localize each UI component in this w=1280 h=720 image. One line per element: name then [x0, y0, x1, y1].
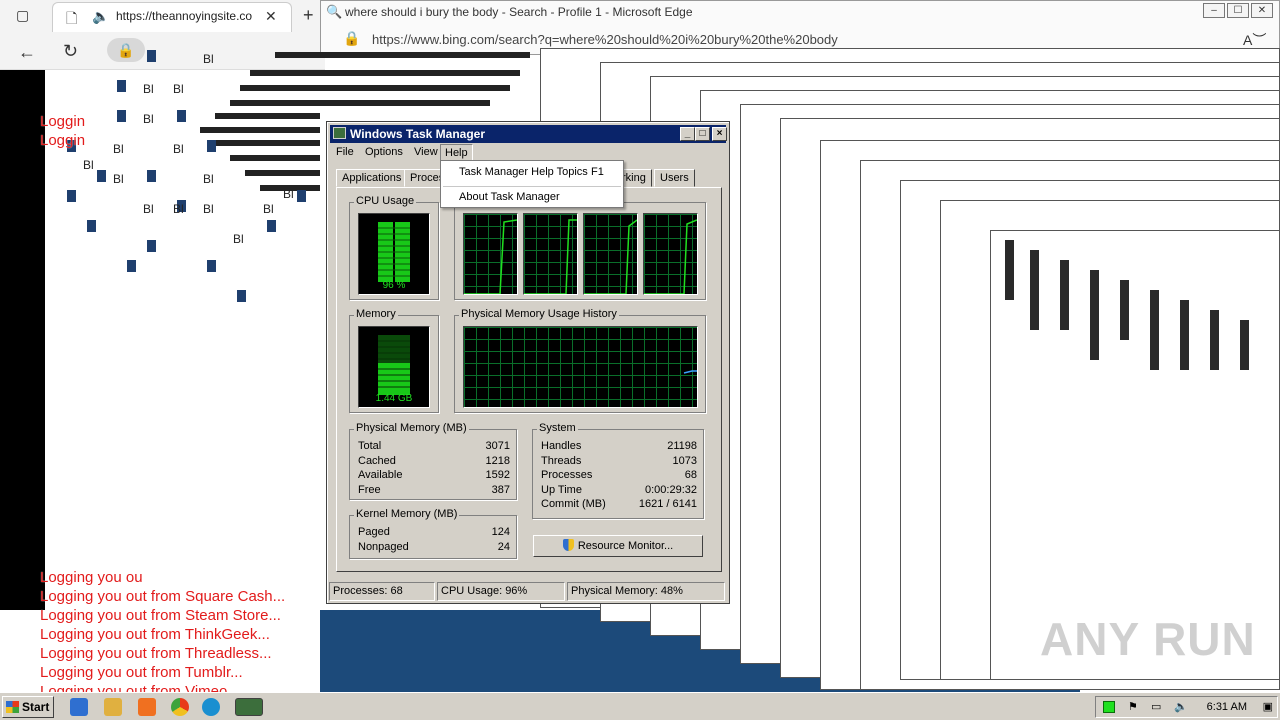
- status-processes: Processes: 68: [329, 582, 435, 601]
- folder-icon[interactable]: [104, 698, 122, 716]
- clock[interactable]: 6:31 AM: [1207, 701, 1247, 713]
- cpu-tray-icon[interactable]: [1103, 701, 1115, 713]
- memory-label: Memory: [354, 308, 398, 320]
- start-button[interactable]: Start: [2, 696, 54, 718]
- physical-memory-label: Physical Memory (MB): [354, 422, 469, 434]
- menu-separator: [443, 186, 621, 187]
- close-icon[interactable]: ✕: [1251, 3, 1273, 18]
- status-cpu: CPU Usage: 96%: [437, 582, 565, 601]
- tab-users[interactable]: Users: [654, 169, 695, 187]
- tab-applications[interactable]: Applications: [336, 169, 408, 187]
- help-topics-shortcut: F1: [591, 166, 604, 178]
- logout-message: Logging you out from Tumblr...: [40, 664, 243, 681]
- cpu-usage-value: 96 %: [382, 280, 406, 291]
- maximize-button[interactable]: □: [695, 127, 710, 141]
- phys-memory-history-group: Physical Memory Usage History: [454, 308, 706, 413]
- menu-file[interactable]: File: [332, 146, 358, 158]
- black-background-strip: [0, 70, 45, 610]
- read-aloud-icon[interactable]: A︶: [1243, 30, 1266, 50]
- tab-actions-icon[interactable]: ▢: [16, 7, 29, 24]
- speaker-icon[interactable]: 🔈: [92, 8, 109, 25]
- resource-monitor-button[interactable]: Resource Monitor...: [533, 535, 703, 557]
- task-manager-taskbar-icon[interactable]: [235, 698, 263, 716]
- logout-message: Logging you out from Square Cash...: [40, 588, 286, 605]
- search-icon: 🔍: [326, 4, 343, 19]
- cpu-usage-group: CPU Usage 96 %: [349, 195, 439, 300]
- edge-window-title: where should i bury the body - Search - …: [345, 5, 693, 19]
- taskbar: Start ⚑ ▭ 🔈 6:31 AM ▣: [0, 692, 1280, 720]
- network-icon[interactable]: ▭: [1151, 700, 1161, 713]
- system-group: System Handles 21198 Threads 1073 Processe…: [532, 422, 704, 519]
- cpu-meter: 96 %: [358, 213, 430, 295]
- status-bar: Processes: 68 CPU Usage: 96% Physical Me…: [329, 582, 727, 601]
- back-arrow-icon[interactable]: ←: [18, 42, 36, 63]
- new-tab-icon[interactable]: +: [303, 5, 314, 26]
- menu-view[interactable]: View: [410, 146, 442, 158]
- logout-message: Logging you out from ThinkGeek...: [40, 626, 270, 643]
- system-label: System: [537, 422, 578, 434]
- media-player-icon[interactable]: [138, 698, 156, 716]
- lock-icon: 🔒: [343, 30, 361, 46]
- status-memory: Physical Memory: 48%: [567, 582, 725, 601]
- phys-memory-history-graph: [463, 326, 698, 408]
- shield-icon: [562, 539, 574, 551]
- watermark: ANY RUN: [1040, 613, 1256, 665]
- tab-title: https://theannoyingsite.co: [116, 9, 253, 23]
- menu-options[interactable]: Options: [361, 146, 407, 158]
- memory-value: 1.44 GB: [375, 393, 413, 404]
- minimize-button[interactable]: _: [680, 127, 695, 141]
- cpu-history-group: [454, 202, 706, 300]
- kernel-memory-label: Kernel Memory (MB): [354, 508, 460, 520]
- logout-message: Logging you out from Steam Store...: [40, 607, 281, 624]
- minimize-icon[interactable]: –: [1203, 3, 1225, 18]
- logout-message: Loggin: [40, 113, 86, 130]
- system-tray: ⚑ ▭ 🔈 6:31 AM ▣: [1095, 696, 1278, 718]
- physical-memory-group: Physical Memory (MB) Total 3071 Cached 121…: [349, 422, 517, 500]
- task-manager-titlebar[interactable]: Windows Task Manager _ □ ×: [330, 125, 727, 143]
- window-title: Windows Task Manager: [350, 127, 486, 141]
- menu-about[interactable]: About Task Manager: [459, 191, 560, 203]
- chrome-icon[interactable]: [171, 698, 189, 716]
- cpu-history-graph: [523, 213, 578, 295]
- logout-message: Logging you out from Threadless...: [40, 645, 272, 662]
- volume-icon[interactable]: 🔈: [1174, 700, 1188, 713]
- kernel-memory-group: Kernel Memory (MB) Paged 124 Nonpaged 24: [349, 508, 517, 559]
- flag-icon[interactable]: ⚑: [1128, 700, 1138, 713]
- lock-icon[interactable]: 🔒: [107, 38, 145, 62]
- phys-memory-history-label: Physical Memory Usage History: [459, 308, 619, 320]
- windows-logo-icon: [6, 701, 19, 713]
- edge-icon[interactable]: [202, 698, 220, 716]
- reload-icon[interactable]: ↻: [63, 41, 78, 62]
- cpu-usage-label: CPU Usage: [354, 195, 417, 207]
- logout-message: Logging you out from Stack Overflow...: [40, 569, 142, 586]
- address-bar[interactable]: https://www.bing.com/search?q=where%20sh…: [372, 32, 842, 47]
- memory-meter: 1.44 GB: [358, 326, 430, 408]
- close-button[interactable]: ×: [712, 127, 727, 141]
- cpu-history-graph: [463, 213, 518, 295]
- logout-message: Loggin: [40, 132, 86, 149]
- close-tab-icon[interactable]: ✕: [265, 8, 277, 25]
- ie-icon[interactable]: [70, 698, 88, 716]
- browser-chrome: ▢ 🗋 🔈 https://theannoyingsite.co ✕ + ← ↻…: [0, 0, 325, 70]
- help-dropdown-menu: Task Manager Help Topics F1 About Task M…: [440, 160, 624, 208]
- performance-panel: CPU Usage 96 % Memory 1.44 GB Physical M…: [336, 187, 722, 572]
- menu-help-topics[interactable]: Task Manager Help Topics: [459, 166, 588, 178]
- menu-help[interactable]: Help: [440, 144, 473, 161]
- edge-window-controls[interactable]: – ☐ ✕: [1203, 3, 1273, 18]
- page-icon: 🗋: [66, 10, 78, 26]
- cpu-history-graph: [643, 213, 698, 295]
- show-desktop-icon[interactable]: ▣: [1263, 700, 1273, 713]
- maximize-icon[interactable]: ☐: [1227, 3, 1249, 18]
- cpu-history-graph: [583, 213, 638, 295]
- task-manager-icon: [333, 127, 346, 139]
- memory-group: Memory 1.44 GB: [349, 308, 439, 413]
